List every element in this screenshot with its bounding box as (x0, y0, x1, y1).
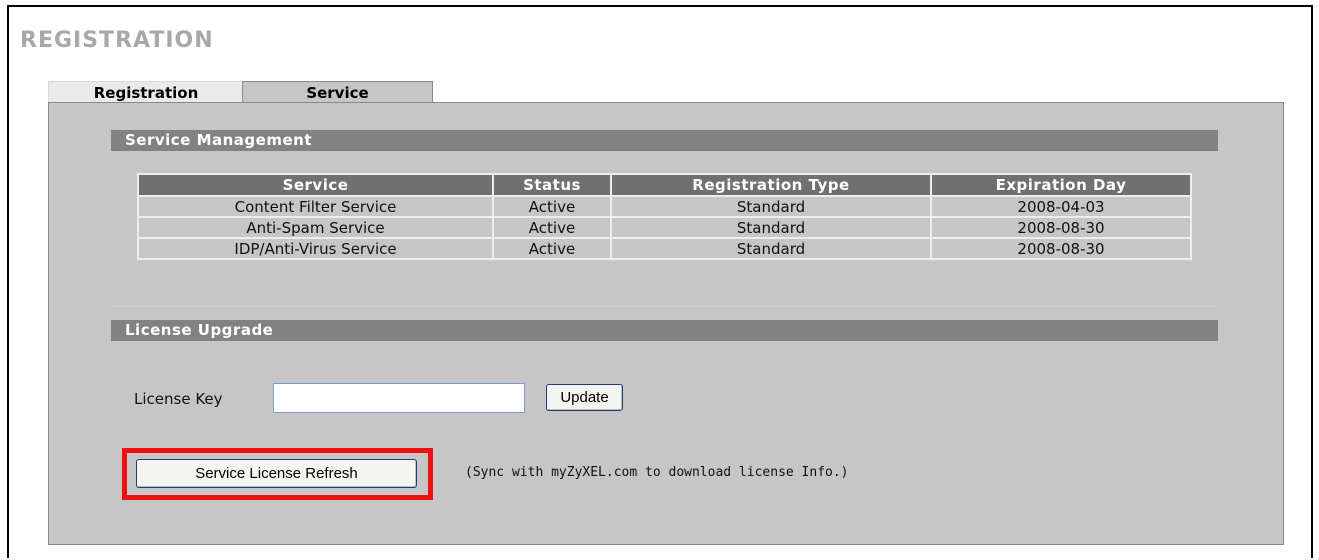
table-row: IDP/Anti-Virus Service Active Standard 2… (137, 237, 1192, 260)
column-header-service: Service (137, 173, 494, 197)
cell-service: Anti-Spam Service (137, 216, 494, 239)
table-row: Anti-Spam Service Active Standard 2008-0… (137, 216, 1192, 239)
license-upgrade-header: License Upgrade (111, 320, 1218, 341)
update-button[interactable]: Update (546, 384, 623, 411)
section-divider (111, 306, 1218, 307)
service-table: Service Status Registration Type Expirat… (137, 173, 1192, 260)
cell-registration-type: Standard (610, 237, 932, 260)
column-header-expiration-day: Expiration Day (930, 173, 1192, 197)
cell-status: Active (492, 216, 612, 239)
table-row: Content Filter Service Active Standard 2… (137, 195, 1192, 218)
tab-service[interactable]: Service (242, 81, 433, 103)
license-key-label: License Key (134, 390, 223, 408)
sync-note: (Sync with myZyXEL.com to download licen… (465, 465, 849, 480)
cell-expiration-day: 2008-04-03 (930, 195, 1192, 218)
cell-service: Content Filter Service (137, 195, 494, 218)
license-key-input[interactable] (273, 383, 525, 413)
cell-status: Active (492, 237, 612, 260)
cell-expiration-day: 2008-08-30 (930, 216, 1192, 239)
cell-expiration-day: 2008-08-30 (930, 237, 1192, 260)
cell-status: Active (492, 195, 612, 218)
service-license-refresh-button[interactable]: Service License Refresh (136, 459, 417, 488)
tab-registration[interactable]: Registration (48, 81, 243, 103)
cell-registration-type: Standard (610, 216, 932, 239)
cell-registration-type: Standard (610, 195, 932, 218)
column-header-registration-type: Registration Type (610, 173, 932, 197)
cell-service: IDP/Anti-Virus Service (137, 237, 494, 260)
column-header-status: Status (492, 173, 612, 197)
table-header-row: Service Status Registration Type Expirat… (137, 173, 1192, 197)
service-management-header: Service Management (111, 130, 1218, 151)
page-title: REGISTRATION (20, 28, 214, 53)
